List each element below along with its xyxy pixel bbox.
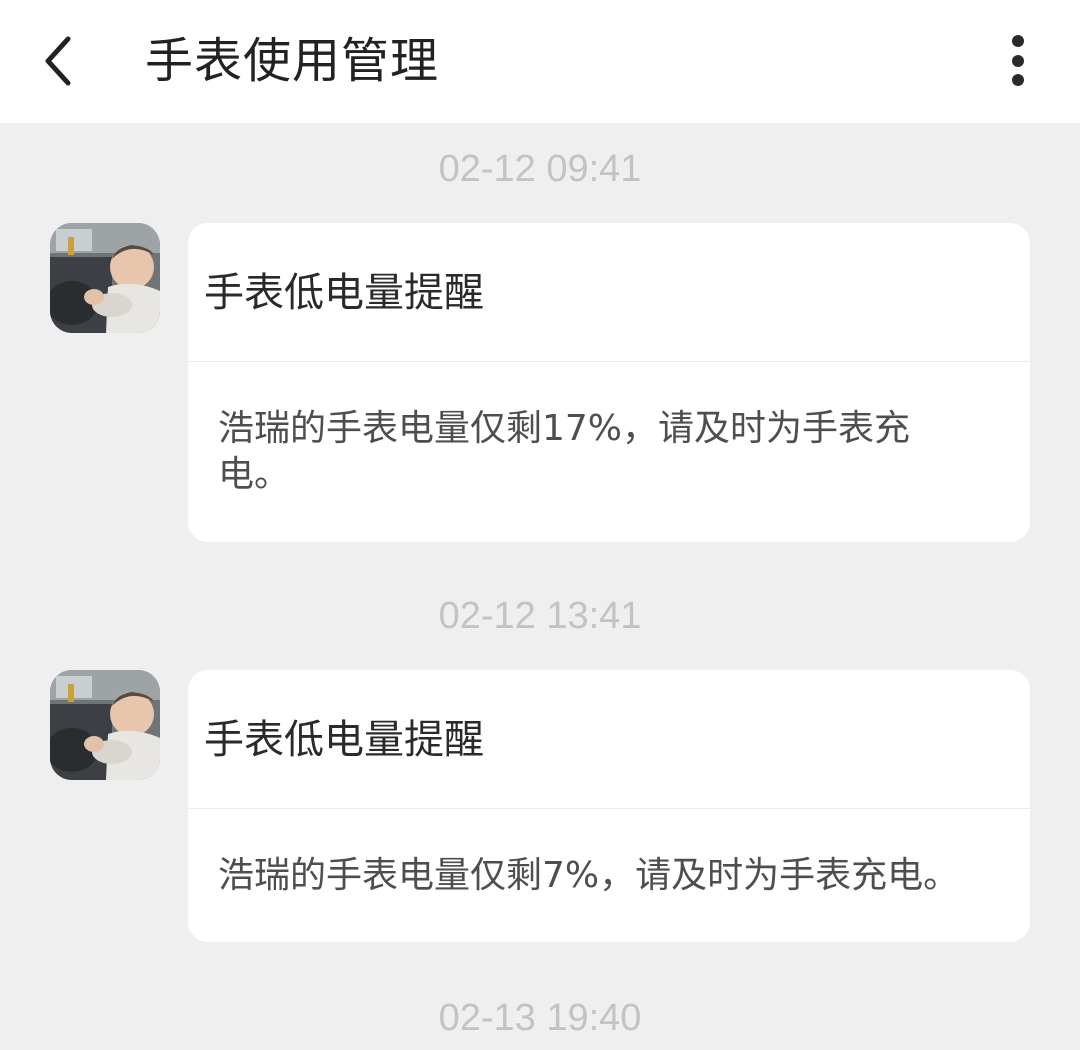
message-timestamp: 02-12 09:41 — [438, 148, 642, 190]
avatar[interactable] — [50, 223, 160, 333]
child-photo-avatar — [50, 223, 160, 333]
app-screen: 手表使用管理 02-12 09:41 手表低电量提醒 浩瑞的手表电量仅剩17%，… — [0, 0, 1080, 1050]
more-vertical-icon — [1012, 35, 1024, 86]
message-timestamp: 02-13 19:40 — [438, 997, 642, 1039]
more-options-button[interactable] — [992, 26, 1044, 98]
card-header: 手表低电量提醒 — [188, 223, 1030, 362]
message-timestamp: 02-12 13:41 — [438, 595, 642, 637]
child-photo-avatar — [50, 670, 160, 780]
avatar[interactable] — [50, 670, 160, 780]
message-feed[interactable]: 02-12 09:41 手表低电量提醒 浩瑞的手表电量仅剩17%，请及时为手表充… — [0, 123, 1080, 1050]
message-title: 手表低电量提醒 — [204, 717, 484, 763]
message-body: 浩瑞的手表电量仅剩17%，请及时为手表充电。 — [218, 408, 911, 495]
message-body: 浩瑞的手表电量仅剩7%，请及时为手表充电。 — [218, 855, 960, 896]
back-button[interactable] — [28, 22, 92, 102]
top-app-bar: 手表使用管理 — [0, 0, 1080, 123]
chevron-left-icon — [45, 36, 71, 86]
message-card[interactable]: 手表低电量提醒 浩瑞的手表电量仅剩7%，请及时为手表充电。 — [188, 670, 1030, 942]
page-title: 手表使用管理 — [145, 33, 440, 89]
message-card[interactable]: 手表低电量提醒 浩瑞的手表电量仅剩17%，请及时为手表充电。 — [188, 223, 1030, 542]
card-header: 手表低电量提醒 — [188, 670, 1030, 809]
message-title: 手表低电量提醒 — [204, 270, 484, 316]
